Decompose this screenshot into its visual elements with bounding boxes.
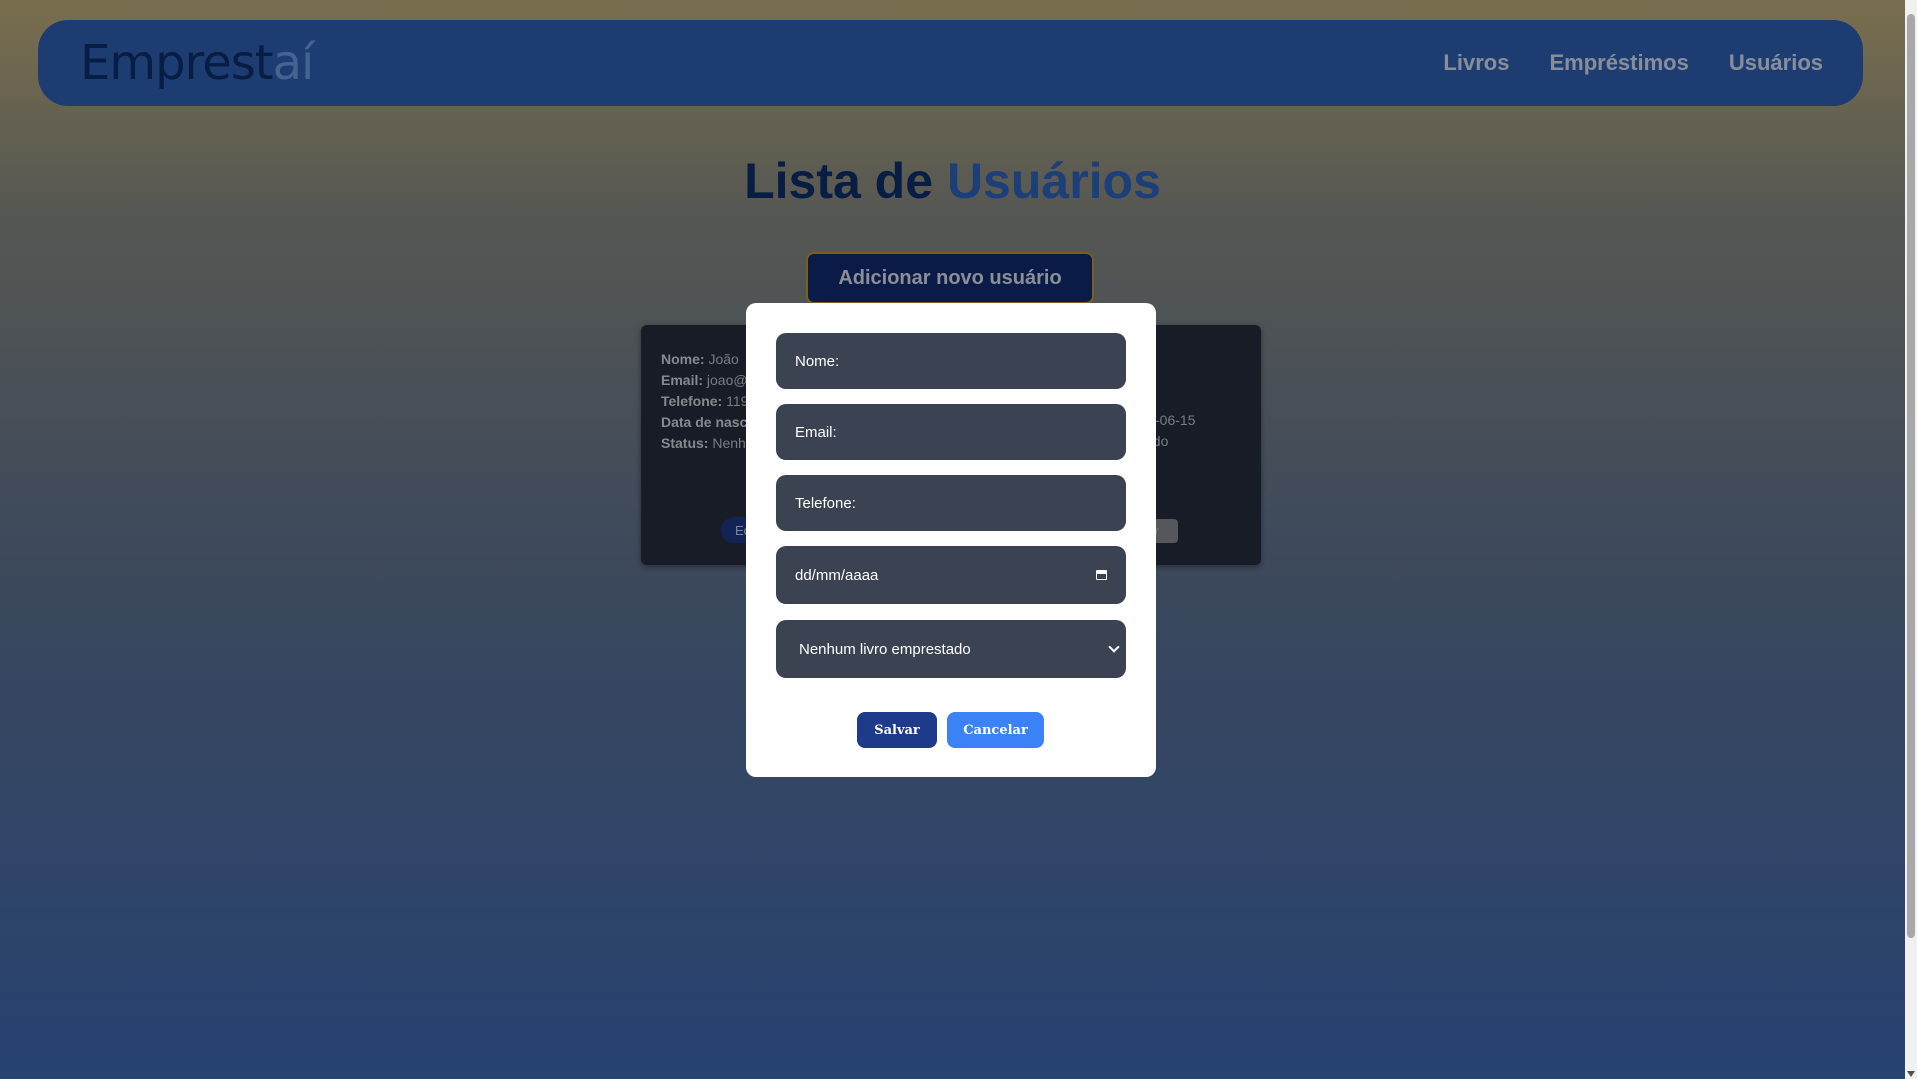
save-button[interactable]: Salvar <box>857 712 937 748</box>
scroll-down-arrow-icon[interactable] <box>1907 1071 1915 1077</box>
nome-input[interactable] <box>776 333 1126 389</box>
livro-select[interactable]: Nenhum livro emprestado <box>776 620 1126 678</box>
chevron-down-icon <box>1108 641 1120 653</box>
cancel-button[interactable]: Cancelar <box>947 712 1044 748</box>
email-input[interactable] <box>776 404 1126 460</box>
birthdate-input[interactable]: dd/mm/aaaa <box>776 546 1126 604</box>
telefone-input[interactable] <box>776 475 1126 531</box>
user-form-modal: dd/mm/aaaa Nenhum livro emprestado Salva… <box>746 303 1156 777</box>
calendar-icon[interactable] <box>1096 570 1107 580</box>
vertical-scrollbar[interactable] <box>1905 0 1917 1079</box>
livro-select-value: Nenhum livro emprestado <box>799 640 971 658</box>
birthdate-placeholder: dd/mm/aaaa <box>795 566 879 584</box>
scrollbar-thumb[interactable] <box>1907 14 1915 938</box>
